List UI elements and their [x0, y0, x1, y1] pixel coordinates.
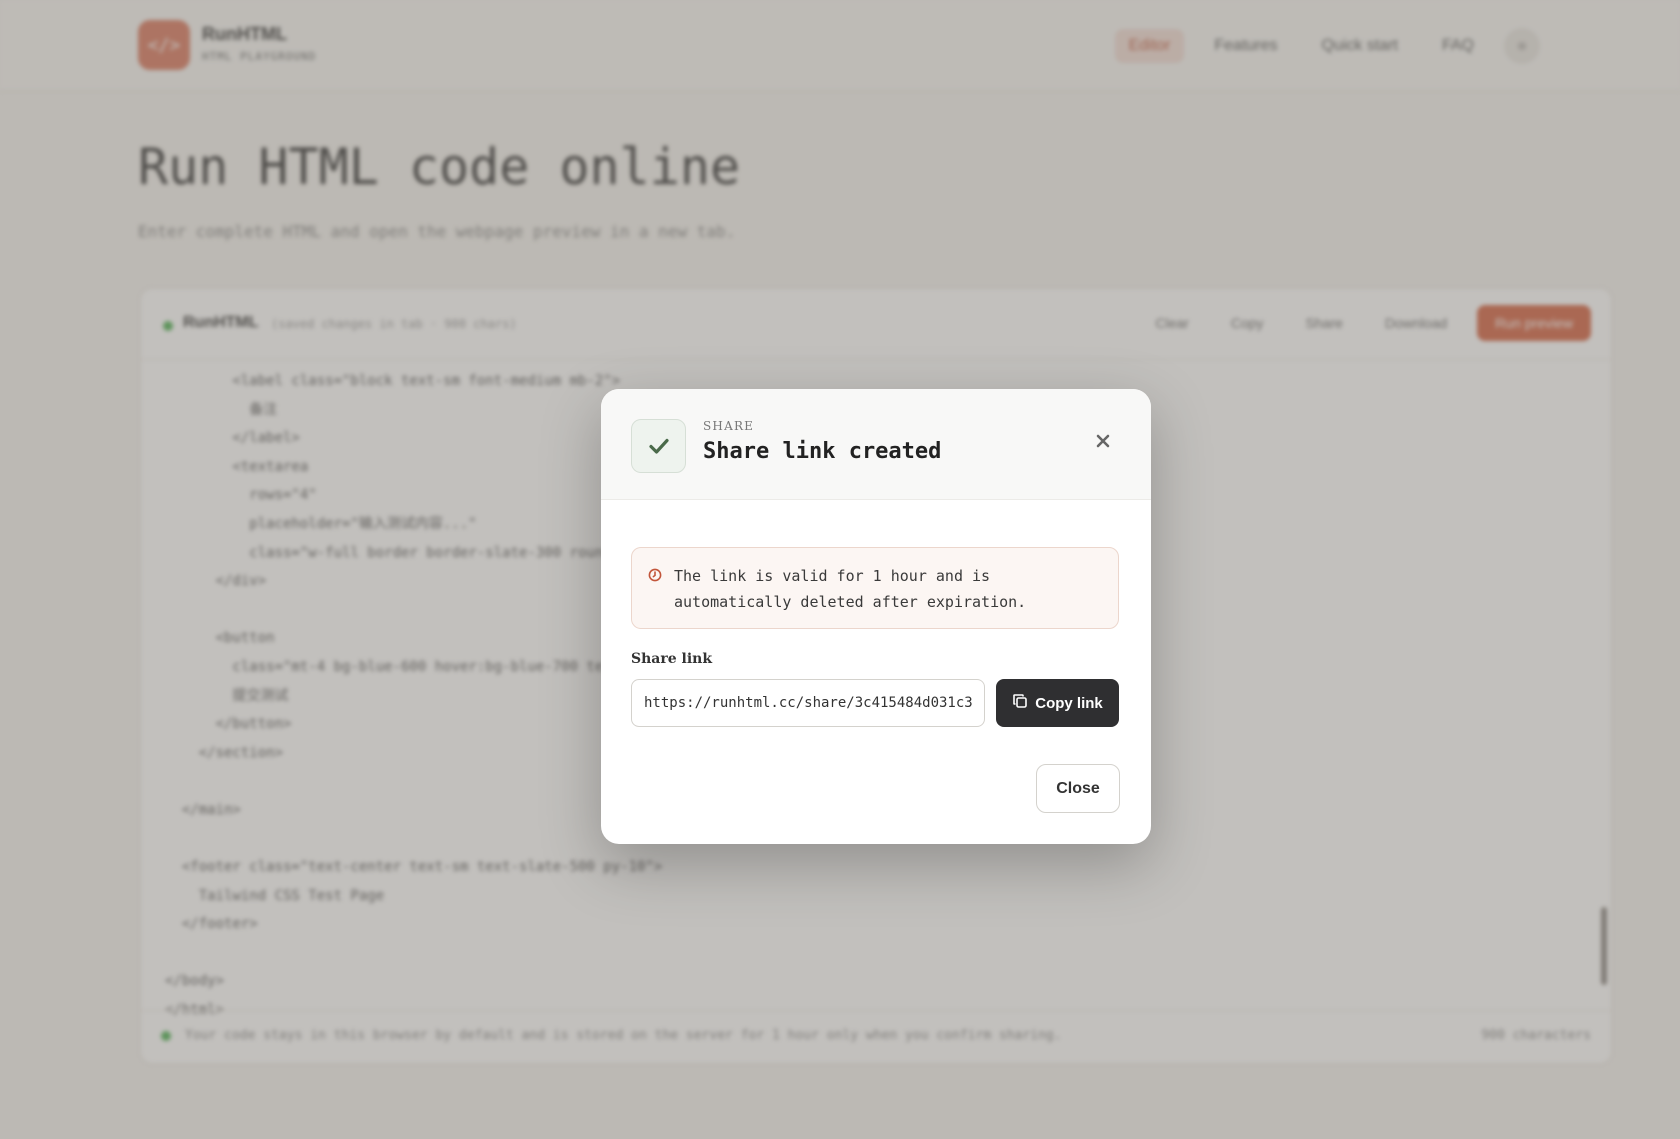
expiry-notice: The link is valid for 1 hour and is auto… [631, 547, 1119, 629]
dialog-eyebrow: SHARE [703, 419, 755, 433]
dialog-header: SHARE Share link created [601, 389, 1151, 500]
share-dialog: SHARE Share link created The link is val… [601, 389, 1151, 844]
check-icon [631, 419, 686, 473]
expiry-notice-text: The link is valid for 1 hour and is auto… [674, 567, 1027, 611]
dialog-title: Share link created [703, 439, 942, 464]
copy-link-button[interactable]: Copy link [996, 679, 1119, 727]
close-icon[interactable] [1091, 429, 1115, 453]
close-button[interactable]: Close [1036, 764, 1120, 813]
share-link-input[interactable] [631, 679, 985, 727]
clock-icon [648, 567, 662, 586]
share-link-label: Share link [631, 651, 713, 667]
copy-link-label: Copy link [1035, 694, 1103, 712]
copy-icon [1012, 693, 1028, 713]
